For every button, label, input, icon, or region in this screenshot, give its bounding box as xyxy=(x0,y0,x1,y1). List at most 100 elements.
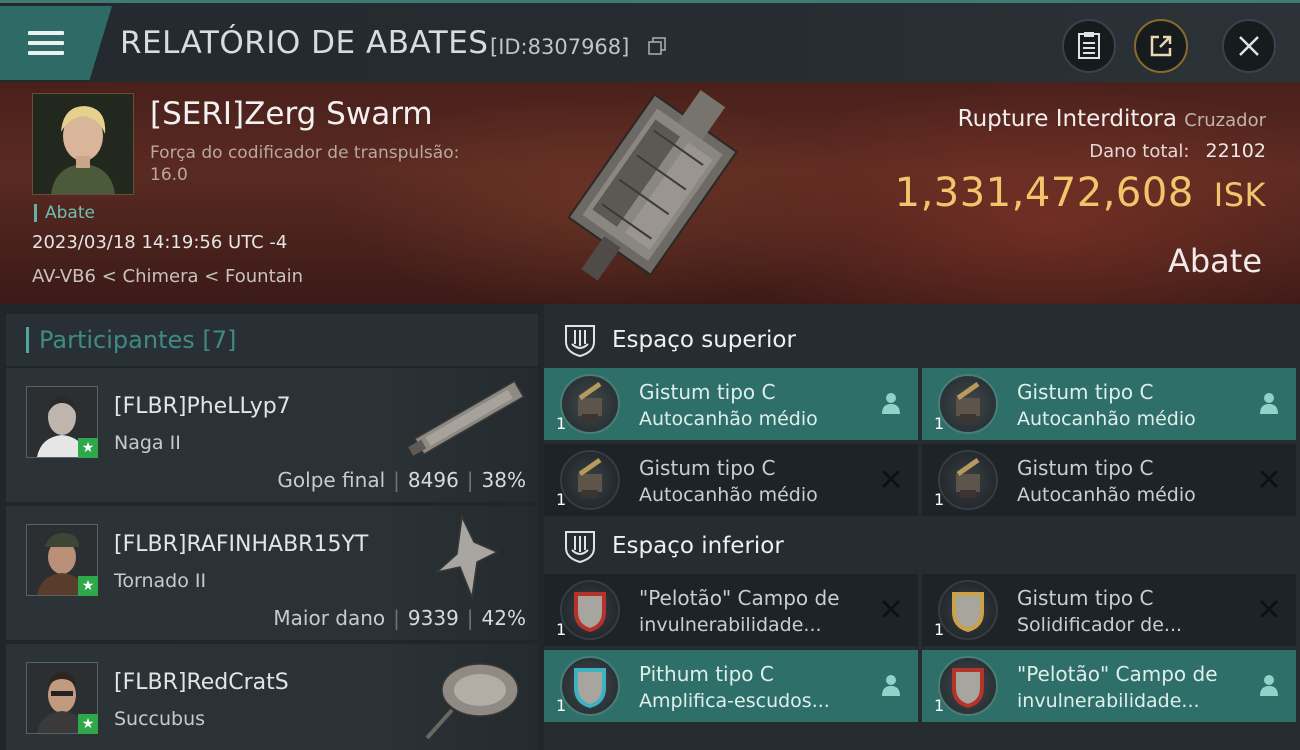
shield-hardener-icon xyxy=(560,580,620,640)
module-qty: 1 xyxy=(934,696,945,715)
kill-location[interactable]: AV-VB6 < Chimera < Fountain xyxy=(32,266,303,287)
isk-unit: ISK xyxy=(1213,176,1266,214)
module-type: Amplifica-escudos... xyxy=(639,690,830,712)
module-qty: 1 xyxy=(934,414,945,433)
module-type: Autocanhão médio xyxy=(1017,484,1196,506)
participant-name[interactable]: [FLBR]RedCratS xyxy=(114,670,289,695)
module-qty: 1 xyxy=(934,490,945,509)
participant-stats: Golpe final | 8496 | 38% xyxy=(277,468,526,492)
victim-ship-name[interactable]: Rupture Interditora Cruzador xyxy=(958,106,1266,132)
module-item[interactable]: 1 Gistum tipo C Autocanhão médio xyxy=(922,368,1296,440)
module-name: Pithum tipo C xyxy=(639,662,774,686)
shield-amplifier-icon xyxy=(560,656,620,716)
participant-row[interactable]: ★ [FLBR]PheLLyp7 Naga II Golpe final | 849… xyxy=(6,368,538,502)
victim-pilot-name[interactable]: [SERI]Zerg Swarm xyxy=(150,96,433,132)
destroyed-icon xyxy=(1259,469,1279,489)
tornado-ship-image xyxy=(434,514,499,600)
menu-button[interactable] xyxy=(0,6,112,80)
participant-ship: Succubus xyxy=(114,708,206,730)
result-label: Abate xyxy=(1167,242,1262,280)
victim-attribute: Força do codificador de transpulsão: 16.… xyxy=(150,143,460,185)
ship-name: Rupture Interditora xyxy=(957,106,1177,132)
module-type: Solidificador de... xyxy=(1017,614,1183,636)
autocannon-icon xyxy=(938,450,998,510)
hamburger-icon xyxy=(28,25,64,61)
participants-header: Participantes [7] xyxy=(6,314,538,366)
participant-ship: Naga II xyxy=(114,432,181,454)
kill-datetime: 2023/03/18 14:19:56 UTC -4 xyxy=(32,232,288,253)
star-icon: ★ xyxy=(78,714,98,734)
isk-value: 1,331,472,608 ISK xyxy=(895,170,1266,216)
module-qty: 1 xyxy=(556,414,567,433)
stat-percent: 38% xyxy=(481,468,526,492)
module-type: invulnerabilidade... xyxy=(1017,690,1200,712)
top-bar: RELATÓRIO DE ABATES [ID:8307968] xyxy=(0,0,1300,82)
close-button[interactable] xyxy=(1222,19,1276,73)
close-icon xyxy=(1239,36,1259,56)
fitting-panel: Espaço superior 1 Gistum tipo C Autocanh… xyxy=(544,304,1300,750)
notes-button[interactable] xyxy=(1062,19,1116,73)
star-icon: ★ xyxy=(78,576,98,596)
person-icon xyxy=(1260,675,1278,696)
module-item[interactable]: 1 Gistum tipo C Autocanhão médio xyxy=(544,444,918,516)
low-slot-title: Espaço inferior xyxy=(612,533,784,559)
module-type: Autocanhão médio xyxy=(639,484,818,506)
star-icon: ★ xyxy=(78,438,98,458)
person-icon xyxy=(882,393,900,414)
victim-portrait[interactable] xyxy=(32,93,134,195)
total-damage-value: 22102 xyxy=(1205,140,1266,162)
module-name: "Pelotão" Campo de xyxy=(1017,662,1218,686)
module-name: Gistum tipo C xyxy=(639,456,776,480)
participant-row[interactable]: ★ [FLBR]RedCratS Succubus xyxy=(6,644,538,750)
module-qty: 1 xyxy=(556,490,567,509)
page-title: RELATÓRIO DE ABATES xyxy=(120,25,489,61)
module-type: invulnerabilidade... xyxy=(639,614,822,636)
person-icon xyxy=(882,675,900,696)
participant-name[interactable]: [FLBR]PheLLyp7 xyxy=(114,394,291,419)
document-icon xyxy=(1078,32,1100,59)
stat-label: Maior dano xyxy=(273,606,386,630)
report-id: [ID:8307968] xyxy=(490,35,630,59)
module-item[interactable]: 1 Gistum tipo C Autocanhão médio xyxy=(922,444,1296,516)
autocannon-icon xyxy=(560,374,620,434)
low-slot-icon xyxy=(565,531,595,564)
module-item[interactable]: 1 Pithum tipo C Amplifica-escudos... xyxy=(544,650,918,722)
module-name: Gistum tipo C xyxy=(1017,380,1154,404)
module-item[interactable]: 1 Gistum tipo C Autocanhão médio xyxy=(544,368,918,440)
high-slot-header: Espaço superior xyxy=(544,310,1300,370)
shield-hardener-icon xyxy=(938,656,998,716)
high-slot-icon xyxy=(565,325,595,358)
module-name: Gistum tipo C xyxy=(639,380,776,404)
participant-name[interactable]: [FLBR]RAFINHABR15YT xyxy=(114,532,368,557)
person-icon xyxy=(1260,393,1278,414)
destroyed-icon xyxy=(1259,599,1279,619)
module-type: Autocanhão médio xyxy=(639,408,818,430)
total-damage: Dano total: 22102 xyxy=(1089,140,1266,162)
autocannon-icon xyxy=(560,450,620,510)
participant-row[interactable]: ★ [FLBR]RAFINHABR15YT Tornado II Maior d… xyxy=(6,506,538,640)
module-name: Gistum tipo C xyxy=(1017,586,1154,610)
naga-ship-image xyxy=(408,380,525,456)
high-slot-title: Espaço superior xyxy=(612,327,796,353)
module-qty: 1 xyxy=(556,620,567,639)
copy-icon[interactable] xyxy=(648,37,666,55)
share-button[interactable] xyxy=(1134,19,1188,73)
participants-count: [7] xyxy=(202,326,237,354)
module-name: "Pelotão" Campo de xyxy=(639,586,840,610)
destroyed-icon xyxy=(881,469,901,489)
isk-amount: 1,331,472,608 xyxy=(894,170,1194,216)
module-item[interactable]: 1 "Pelotão" Campo de invulnerabilidade..… xyxy=(922,650,1296,722)
stat-percent: 42% xyxy=(481,606,526,630)
participants-title: Participantes xyxy=(39,326,195,354)
ship-class: Cruzador xyxy=(1184,110,1266,131)
destroyed-icon xyxy=(881,599,901,619)
shield-hardener-icon xyxy=(938,580,998,640)
stat-damage: 9339 xyxy=(407,606,459,630)
module-item[interactable]: 1 Gistum tipo C Solidificador de... xyxy=(922,574,1296,646)
victim-ship-image xyxy=(567,90,738,281)
module-item[interactable]: 1 "Pelotão" Campo de invulnerabilidade..… xyxy=(544,574,918,646)
stat-damage: 8496 xyxy=(407,468,459,492)
module-qty: 1 xyxy=(934,620,945,639)
victim-avatar xyxy=(33,94,133,194)
kill-banner: [SERI]Zerg Swarm Força do codificador de… xyxy=(0,82,1300,304)
